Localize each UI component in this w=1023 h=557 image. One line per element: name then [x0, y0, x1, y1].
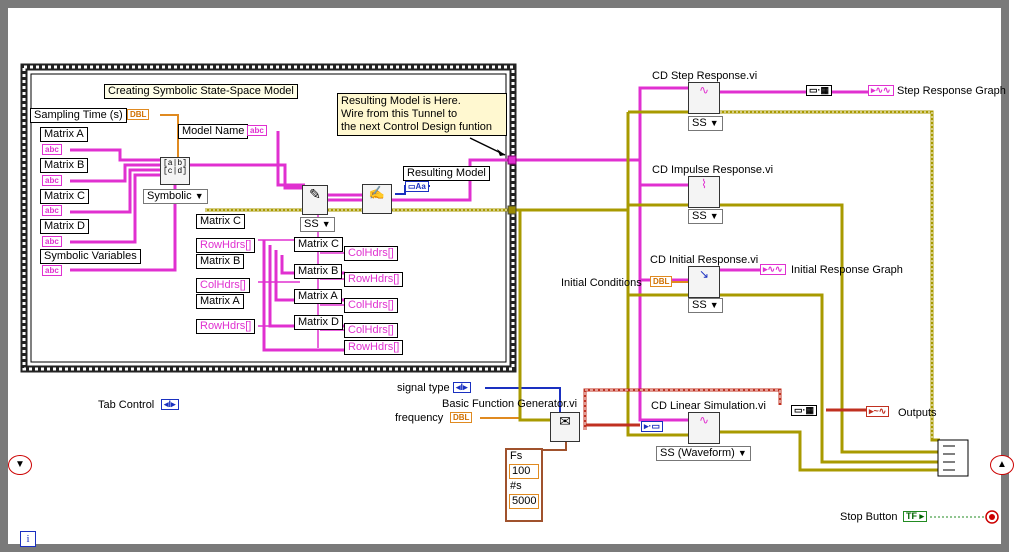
signal-type-label: signal type [397, 382, 450, 394]
free-label-note: Resulting Model is Here. Wire from this … [337, 93, 507, 136]
step-graph-label: Step Response Graph [897, 85, 1006, 97]
cd-set-model-info-node[interactable]: ✎ [302, 185, 328, 215]
prop-matrix-a-label: Matrix A [196, 294, 244, 309]
cd-linear-simulation-node[interactable]: ∿ [688, 412, 720, 444]
signal-type-terminal[interactable]: ◂I▸ [453, 382, 471, 393]
stop-button-label: Stop Button [840, 511, 898, 523]
iteration-terminal-icon: i [20, 531, 36, 547]
cd-impulse-response-node[interactable]: ⌇ [688, 176, 720, 208]
merge-errors-node [937, 439, 969, 477]
dropdown-arrow-icon: ▼ [709, 300, 719, 310]
cd-construct-ss-model-node[interactable]: [a|b] [c|d] [160, 157, 190, 185]
resulting-model-terminal[interactable]: ▭Aa [405, 181, 429, 192]
bundle-step-node[interactable]: ▭·▦ [806, 85, 833, 96]
matrix-b-label: Matrix B [40, 158, 89, 173]
dropdown-arrow-icon: ▼ [321, 219, 331, 229]
left-shift-register-icon[interactable]: ▼ [8, 455, 32, 475]
matrix-d-terminal[interactable]: abc [42, 236, 62, 247]
stop-button-terminal[interactable]: TF ▸ [903, 511, 928, 522]
model-tunnel [507, 155, 517, 165]
ss-waveform-selector[interactable]: SS (Waveform) ▼ [656, 446, 751, 461]
prop-colhdrs-4[interactable]: ColHdrs[] [344, 323, 398, 338]
prop-matrix-c-label: Matrix C [196, 214, 245, 229]
matrix-b-terminal[interactable]: abc [42, 175, 62, 186]
symbolic-variables-label: Symbolic Variables [40, 249, 141, 264]
sample-info-cluster[interactable]: Fs 100 #s 5000 [505, 448, 543, 522]
ss-selector-impulse[interactable]: SS ▼ [688, 209, 723, 224]
input-waveform-node[interactable]: ▸·▭ [641, 421, 664, 432]
prop-rowhdrs-3[interactable]: RowHdrs[] [344, 272, 404, 287]
matrix-a-terminal[interactable]: abc [42, 144, 62, 155]
prop-colhdrs-1[interactable]: ColHdrs[] [196, 278, 250, 293]
ns-value[interactable]: 5000 [509, 494, 539, 509]
model-name-terminal[interactable]: abc [247, 125, 267, 136]
symbolic-variables-terminal[interactable]: abc [42, 265, 62, 276]
basic-gen-label: Basic Function Generator.vi [442, 398, 578, 410]
sampling-time-terminal[interactable]: DBL [127, 109, 150, 120]
right-shift-register-icon[interactable]: ▲ [990, 455, 1014, 475]
resulting-model-label: Resulting Model [403, 166, 490, 181]
tab-control-terminal[interactable]: ◂I▸ [161, 399, 179, 410]
prop-matrix-a-label-2: Matrix A [294, 289, 342, 304]
initial-conditions-label: Initial Conditions [561, 277, 642, 289]
prop-matrix-c-label-2: Matrix C [294, 237, 343, 252]
initial-graph-label: Initial Response Graph [791, 264, 903, 276]
bundle-linear-node[interactable]: ▭·▦ [791, 405, 818, 416]
matrix-c-label: Matrix C [40, 189, 89, 204]
step-graph-terminal[interactable]: ▸∿∿ [868, 85, 894, 96]
symbolic-selector[interactable]: Symbolic ▼ [143, 189, 208, 204]
dropdown-arrow-icon: ▼ [194, 191, 204, 201]
tab-page-label[interactable]: Creating Symbolic State-Space Model [104, 84, 298, 99]
cd-draw-model-node[interactable]: ✍ [362, 184, 392, 214]
prop-rowhdrs-1[interactable]: RowHdrs[] [196, 238, 256, 253]
model-name-label: Model Name [178, 124, 249, 139]
tab-control-label: Tab Control [98, 399, 155, 411]
dropdown-arrow-icon: ▼ [709, 211, 719, 221]
ss-selector-step[interactable]: SS ▼ [688, 116, 723, 131]
prop-rowhdrs-2[interactable]: RowHdrs[] [196, 319, 256, 334]
matrix-d-label: Matrix D [40, 219, 89, 234]
dropdown-arrow-icon: ▼ [737, 448, 747, 458]
initial-graph-terminal[interactable]: ▸∿∿ [760, 264, 786, 275]
outputs-terminal[interactable]: ▸~∿ [866, 406, 890, 417]
matrix-c-terminal[interactable]: abc [42, 205, 62, 216]
outputs-label: Outputs [898, 407, 937, 419]
prop-colhdrs-3[interactable]: ColHdrs[] [344, 298, 398, 313]
prop-colhdrs-2[interactable]: ColHdrs[] [344, 246, 398, 261]
basic-function-generator-node[interactable]: ✉ [550, 412, 580, 442]
block-diagram: Creating Symbolic State-Space Model Samp… [0, 0, 1023, 557]
prop-rowhdrs-4[interactable]: RowHdrs[] [344, 340, 404, 355]
fs-value[interactable]: 100 [509, 464, 539, 479]
ss-selector-build[interactable]: SS ▼ [300, 217, 335, 232]
matrix-a-label: Matrix A [40, 127, 88, 142]
prop-matrix-d-label-2: Matrix D [294, 315, 343, 330]
cd-initial-response-node[interactable]: ↘ [688, 266, 720, 298]
prop-matrix-b-label-2: Matrix B [294, 264, 343, 279]
frequency-label: frequency [395, 412, 444, 424]
sampling-time-label: Sampling Time (s) [30, 108, 127, 123]
dropdown-arrow-icon: ▼ [709, 118, 719, 128]
prop-matrix-b-label: Matrix B [196, 254, 245, 269]
initial-conditions-terminal[interactable]: DBL [650, 276, 673, 287]
frequency-terminal[interactable]: DBL [450, 412, 473, 423]
cd-step-response-node[interactable]: ∿ [688, 82, 720, 114]
ss-selector-initial[interactable]: SS ▼ [688, 298, 723, 313]
